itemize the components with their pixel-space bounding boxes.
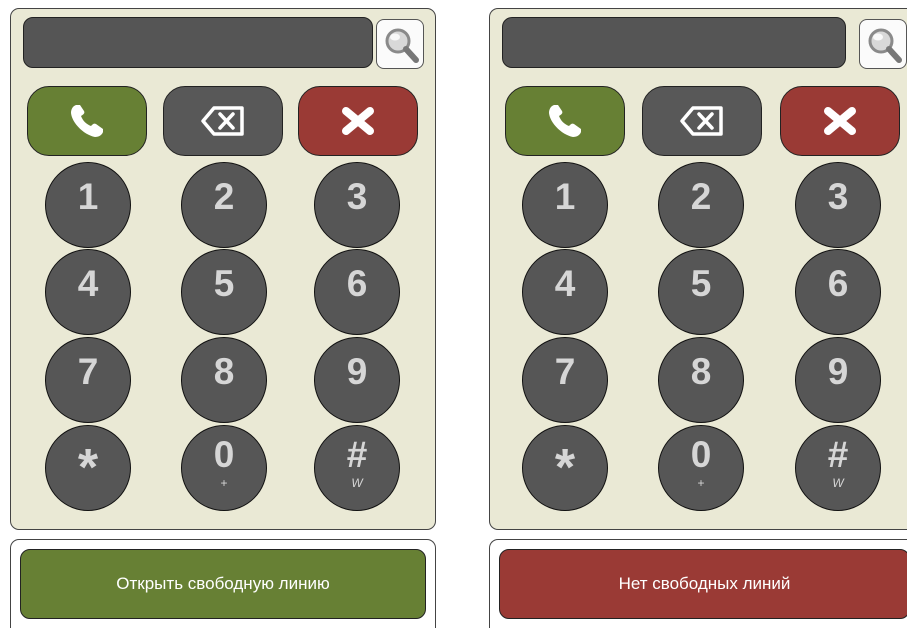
key-7[interactable]: 7 <box>45 337 131 423</box>
key-5[interactable]: 5 <box>181 249 267 335</box>
key-3[interactable]: 3 <box>795 162 881 248</box>
backspace-icon <box>680 106 723 136</box>
key-star[interactable]: * <box>45 425 131 511</box>
key-6[interactable]: 6 <box>795 249 881 335</box>
line-status-panel-right: Нет свободных линий <box>489 539 907 628</box>
key-9[interactable]: 9 <box>795 337 881 423</box>
open-line-button[interactable]: Открыть свободную линию <box>20 549 426 619</box>
key-digit: 5 <box>213 263 235 304</box>
key-sub-label: W <box>351 476 363 490</box>
key-digit: 0 <box>690 434 712 475</box>
key-digit: 2 <box>213 176 235 217</box>
key-1[interactable]: 1 <box>522 162 608 248</box>
key-2[interactable]: 2 <box>181 162 267 248</box>
dialer-panel-left: 1 2 3 4 5 6 7 8 9 * 0 + # W <box>10 8 436 530</box>
key-digit: 9 <box>827 351 849 392</box>
key-5[interactable]: 5 <box>658 249 744 335</box>
line-status-panel-left: Открыть свободную линию <box>10 539 436 628</box>
phone-icon <box>71 105 103 137</box>
key-digit: 6 <box>827 263 849 304</box>
key-4[interactable]: 4 <box>522 249 608 335</box>
key-digit: * <box>77 439 99 497</box>
key-3[interactable]: 3 <box>314 162 400 248</box>
key-sub-label: W <box>832 476 844 490</box>
key-0[interactable]: 0 + <box>181 425 267 511</box>
key-4[interactable]: 4 <box>45 249 131 335</box>
key-digit: 7 <box>77 351 99 392</box>
call-button[interactable] <box>27 86 147 156</box>
key-digit: 2 <box>690 176 712 217</box>
key-digit: 3 <box>827 176 849 217</box>
key-digit: 4 <box>77 263 99 304</box>
key-9[interactable]: 9 <box>314 337 400 423</box>
search-button[interactable] <box>859 19 907 69</box>
search-input[interactable] <box>23 17 373 68</box>
key-star[interactable]: * <box>522 425 608 511</box>
key-digit: 6 <box>346 263 368 304</box>
key-digit: 5 <box>690 263 712 304</box>
backspace-icon <box>201 106 244 136</box>
key-digit: 7 <box>554 351 576 392</box>
search-button[interactable] <box>376 19 424 69</box>
key-8[interactable]: 8 <box>658 337 744 423</box>
clear-button[interactable] <box>780 86 900 156</box>
key-digit: 9 <box>346 351 368 392</box>
key-1[interactable]: 1 <box>45 162 131 248</box>
key-6[interactable]: 6 <box>314 249 400 335</box>
key-2[interactable]: 2 <box>658 162 744 248</box>
key-digit: 3 <box>346 176 368 217</box>
key-8[interactable]: 8 <box>181 337 267 423</box>
magnifier-icon <box>385 28 419 63</box>
key-digit: 1 <box>554 176 576 217</box>
key-hash[interactable]: # W <box>314 425 400 511</box>
close-x-icon <box>342 107 374 135</box>
key-digit: 0 <box>213 434 235 475</box>
key-7[interactable]: 7 <box>522 337 608 423</box>
key-digit: 1 <box>77 176 99 217</box>
backspace-button[interactable] <box>642 86 762 156</box>
key-sub-label: + <box>220 476 228 490</box>
call-button[interactable] <box>505 86 625 156</box>
magnifier-icon <box>868 28 902 63</box>
clear-button[interactable] <box>298 86 418 156</box>
key-digit: 8 <box>213 351 235 392</box>
no-free-lines-button[interactable]: Нет свободных линий <box>499 549 907 619</box>
key-digit: 8 <box>690 351 712 392</box>
key-hash[interactable]: # W <box>795 425 881 511</box>
key-digit: # <box>346 434 368 475</box>
key-digit: 4 <box>554 263 576 304</box>
phone-icon <box>549 105 581 137</box>
dialer-panel-right: 1 2 3 4 5 6 7 8 9 * 0 + # W <box>489 8 907 530</box>
key-digit: # <box>827 434 849 475</box>
search-input[interactable] <box>502 17 846 68</box>
key-sub-label: + <box>697 476 705 490</box>
backspace-button[interactable] <box>163 86 283 156</box>
key-digit: * <box>554 439 576 497</box>
key-0[interactable]: 0 + <box>658 425 744 511</box>
close-x-icon <box>824 107 856 135</box>
